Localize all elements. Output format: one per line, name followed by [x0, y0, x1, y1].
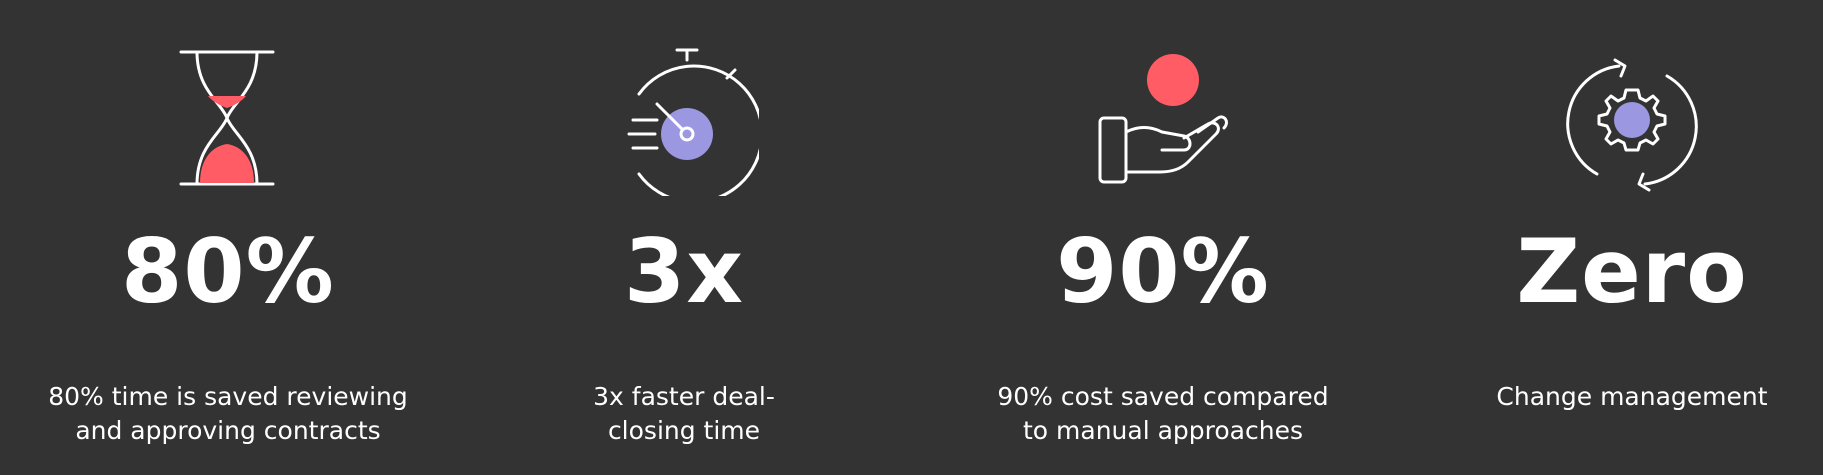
stat-value: Zero	[1516, 220, 1748, 323]
hand-coin-icon	[1088, 46, 1238, 196]
stat-value: 80%	[121, 220, 335, 323]
caption-line: Change management	[1496, 382, 1768, 411]
stat-caption: Change management	[1404, 380, 1823, 414]
stat-value: 90%	[1056, 220, 1270, 323]
caption-line: 3x faster deal-	[593, 382, 775, 411]
stat-caption: 3x faster deal- closing time	[456, 380, 912, 448]
hourglass-icon	[153, 46, 303, 196]
caption-line: and approving contracts	[75, 416, 381, 445]
stat-caption: 90% cost saved compared to manual approa…	[935, 380, 1391, 448]
gear-cycle-icon	[1557, 46, 1707, 196]
stopwatch-icon	[609, 46, 759, 196]
caption-line: to manual approaches	[1022, 416, 1304, 445]
stat-caption: 80% time is saved reviewing and approvin…	[0, 380, 456, 448]
stat-value: 3x	[624, 220, 744, 323]
stat-time-saved: 80% 80% time is saved reviewing and appr…	[0, 0, 456, 475]
stat-deal-speed: 3x 3x faster deal- closing time	[456, 0, 912, 475]
stat-change-management: Zero Change management	[1404, 0, 1823, 475]
stats-row: 80% 80% time is saved reviewing and appr…	[0, 0, 1823, 475]
caption-line: closing time	[607, 416, 761, 445]
stat-cost-saved: 90% 90% cost saved compared to manual ap…	[935, 0, 1391, 475]
caption-line: 90% cost saved compared	[997, 382, 1329, 411]
caption-line: 80% time is saved reviewing	[48, 382, 408, 411]
